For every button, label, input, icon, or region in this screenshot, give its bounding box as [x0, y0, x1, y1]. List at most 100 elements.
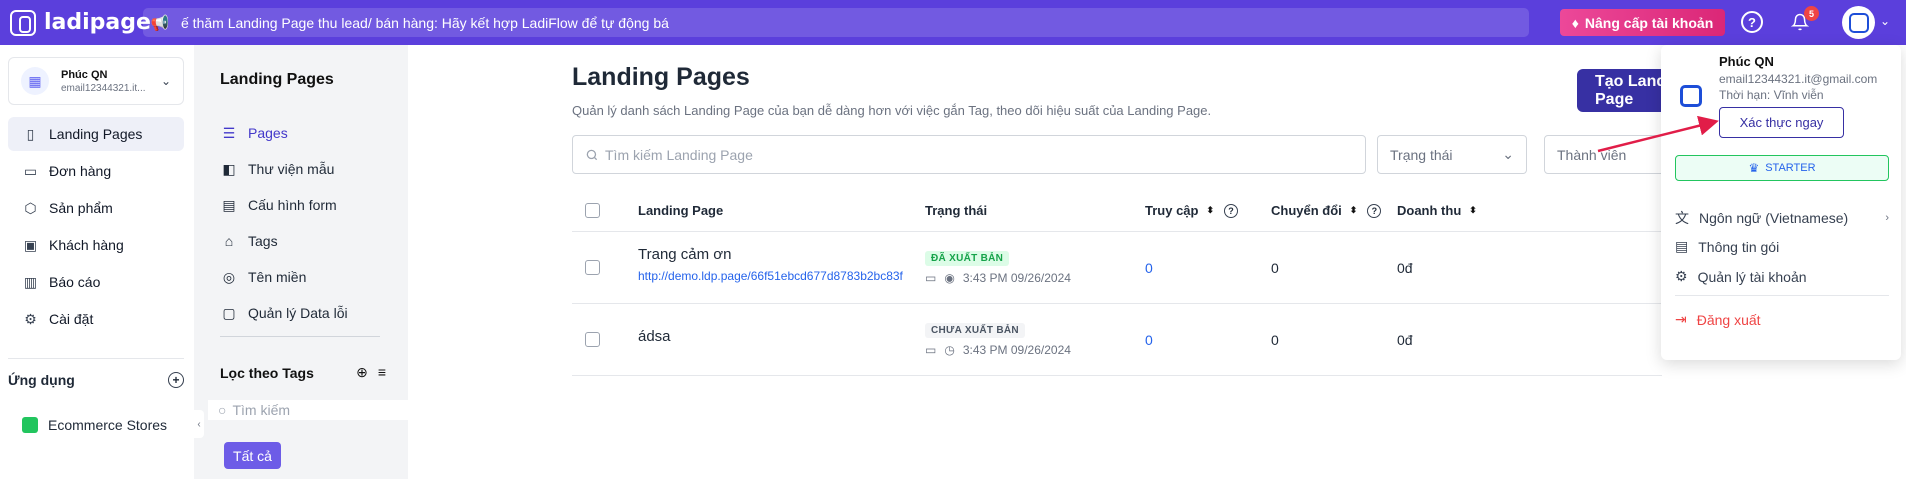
- help-icon[interactable]: ?: [1367, 203, 1382, 218]
- revenue-value: 0đ: [1397, 259, 1413, 276]
- subnav-item-domains[interactable]: ◎ Tên miền: [220, 259, 348, 295]
- menu-divider: [1675, 295, 1889, 296]
- add-app-icon[interactable]: +: [168, 372, 184, 388]
- apps-title: Ứng dụng: [8, 372, 75, 388]
- building-icon: ▦: [21, 67, 49, 95]
- app-item-ecommerce[interactable]: Ecommerce Stores: [22, 417, 167, 433]
- settings-icon: ⚙: [24, 310, 37, 327]
- col-landing-page: Landing Page: [638, 203, 724, 218]
- document-icon: ▢: [222, 304, 236, 321]
- tag-search-input[interactable]: ○ Tìm kiếm: [208, 400, 408, 420]
- template-icon: ◧: [222, 160, 236, 177]
- account-avatar: [1675, 80, 1707, 112]
- crown-icon: ♛: [1748, 161, 1760, 175]
- sidebar-item-label: Sản phẩm: [49, 200, 113, 216]
- subnav-panel: Landing Pages ☰ Pages ◧ Thư viện mẫu ▤ C…: [194, 45, 408, 479]
- sidebar-item-label: Cài đặt: [49, 311, 94, 327]
- col-visits[interactable]: Truy cập ⬍ ?: [1145, 203, 1239, 218]
- status-badge: CHƯA XUẤT BẢN: [925, 323, 1025, 338]
- subnav-item-form-config[interactable]: ▤ Cấu hình form: [220, 187, 348, 223]
- tags-filter-header: Lọc theo Tags ⊕ ≡: [220, 364, 386, 381]
- sidebar-item-reports[interactable]: ▥ Báo cáo: [8, 265, 184, 299]
- subnav-item-pages[interactable]: ☰ Pages: [220, 115, 348, 151]
- table-row[interactable]: ádsa CHƯA XUẤT BẢN ▭ ◷ 3:43 PM 09/26/202…: [572, 304, 1662, 376]
- upgrade-label: Nâng cấp tài khoản: [1584, 14, 1714, 31]
- sidebar-item-orders[interactable]: ▭ Đơn hàng: [8, 154, 184, 188]
- plan-name: STARTER: [1765, 162, 1816, 174]
- verify-now-button[interactable]: Xác thực ngay: [1719, 107, 1844, 138]
- diamond-icon: ♦: [1571, 14, 1579, 31]
- subnav-item-templates[interactable]: ◧ Thư viện mẫu: [220, 151, 348, 187]
- clock-icon: ◷: [944, 343, 955, 357]
- help-icon[interactable]: ?: [1741, 11, 1763, 33]
- landing-page-url[interactable]: http://demo.ldp.page/66f51ebcd677d8783b2…: [638, 269, 903, 283]
- sidebar-item-customers[interactable]: ▣ Khách hàng: [8, 228, 184, 262]
- chevron-down-icon[interactable]: ⌄: [1880, 14, 1890, 28]
- row-checkbox[interactable]: [585, 260, 600, 275]
- sort-tags-icon[interactable]: ≡: [378, 364, 386, 381]
- store-icon: [22, 417, 38, 433]
- chevron-down-icon: ⌄: [1502, 146, 1514, 162]
- status-filter-value: Trạng thái: [1390, 146, 1453, 163]
- subnav-item-label: Cấu hình form: [248, 197, 337, 213]
- visits-value[interactable]: 0: [1145, 260, 1153, 276]
- page-subtitle: Quản lý danh sách Landing Page của bạn d…: [572, 103, 1212, 118]
- revenue-value: 0đ: [1397, 331, 1413, 348]
- logout-menu-item[interactable]: ⇥ Đăng xuất: [1675, 311, 1889, 328]
- status-filter-select[interactable]: Trạng thái ⌄: [1377, 135, 1527, 174]
- manage-account-menu-item[interactable]: ⚙ Quản lý tài khoản: [1675, 268, 1889, 285]
- landing-page-search-input[interactable]: Tìm kiếm Landing Page: [572, 135, 1366, 174]
- subnav: ☰ Pages ◧ Thư viện mẫu ▤ Cấu hình form ⌂…: [220, 115, 348, 331]
- all-tags-button[interactable]: Tất cả: [224, 442, 281, 469]
- updated-time: 3:43 PM 09/26/2024: [962, 343, 1071, 357]
- announcement-ticker[interactable]: 📢 ế thăm Landing Page thu lead/ bán hàng…: [143, 8, 1529, 37]
- row-checkbox[interactable]: [585, 332, 600, 347]
- tags-filter-title: Lọc theo Tags: [220, 364, 314, 381]
- search-icon: ○: [218, 402, 227, 418]
- account-name: Phúc QN: [1719, 54, 1774, 69]
- sort-icon[interactable]: ⬍: [1350, 205, 1358, 216]
- subnav-item-label: Quản lý Data lỗi: [248, 305, 348, 321]
- col-revenue[interactable]: Doanh thu ⬍: [1397, 203, 1477, 218]
- col-conversions[interactable]: Chuyển đổi ⬍ ?: [1271, 203, 1382, 218]
- select-all-checkbox[interactable]: [585, 203, 600, 218]
- collapse-sidebar-handle[interactable]: ‹: [194, 410, 204, 438]
- landing-page-name[interactable]: ádsa: [638, 328, 671, 345]
- device-icon: ▭: [925, 271, 937, 285]
- sidebar-item-settings[interactable]: ⚙ Cài đặt: [8, 302, 184, 336]
- language-menu-item[interactable]: 文 Ngôn ngữ (Vietnamese) ›: [1675, 208, 1889, 228]
- app-label: Ecommerce Stores: [48, 417, 168, 433]
- tag-search-placeholder: Tìm kiếm: [232, 402, 291, 418]
- account-avatar[interactable]: [1842, 6, 1875, 39]
- chevron-down-icon: ⌄: [160, 74, 171, 88]
- subnav-item-tags[interactable]: ⌂ Tags: [220, 223, 348, 259]
- sort-icon[interactable]: ⬍: [1206, 205, 1214, 216]
- member-filter-value: Thành viên: [1557, 146, 1627, 163]
- visits-value[interactable]: 0: [1145, 332, 1153, 348]
- subnav-item-label: Tên miền: [248, 269, 307, 285]
- sort-icon[interactable]: ⬍: [1469, 205, 1477, 216]
- conversions-value: 0: [1271, 331, 1279, 348]
- orders-icon: ▭: [23, 162, 38, 179]
- workspace-name: Phúc QN: [61, 68, 108, 81]
- globe-icon: ◎: [222, 268, 236, 285]
- sidebar-item-landing-pages[interactable]: ▯ Landing Pages: [8, 117, 184, 151]
- package-info-menu-item[interactable]: ▤ Thông tin gói: [1675, 238, 1889, 255]
- list-icon: ☰: [222, 124, 236, 141]
- upgrade-account-button[interactable]: ♦ Nâng cấp tài khoản: [1560, 9, 1725, 36]
- add-tag-icon[interactable]: ⊕: [356, 364, 368, 381]
- brand-logo[interactable]: ladipage: [10, 9, 151, 36]
- workspace-switcher[interactable]: ▦ Phúc QN email12344321.it... ⌄: [8, 57, 184, 105]
- subnav-item-label: Tags: [248, 233, 278, 249]
- sidebar-item-label: Landing Pages: [49, 126, 143, 142]
- search-icon: [586, 149, 598, 160]
- col-status: Trạng thái: [925, 203, 988, 218]
- subnav-item-error-data[interactable]: ▢ Quản lý Data lỗi: [220, 295, 348, 331]
- table-row[interactable]: Trang cảm ơn http://demo.ldp.page/66f51e…: [572, 232, 1662, 304]
- help-icon[interactable]: ?: [1224, 203, 1239, 218]
- desktop-icon: ▭: [925, 343, 937, 357]
- translate-icon: 文: [1675, 210, 1689, 226]
- sidebar-item-products[interactable]: ⬡ Sản phẩm: [8, 191, 184, 225]
- tag-icon: ⌂: [224, 233, 234, 249]
- landing-page-name[interactable]: Trang cảm ơn: [638, 246, 903, 263]
